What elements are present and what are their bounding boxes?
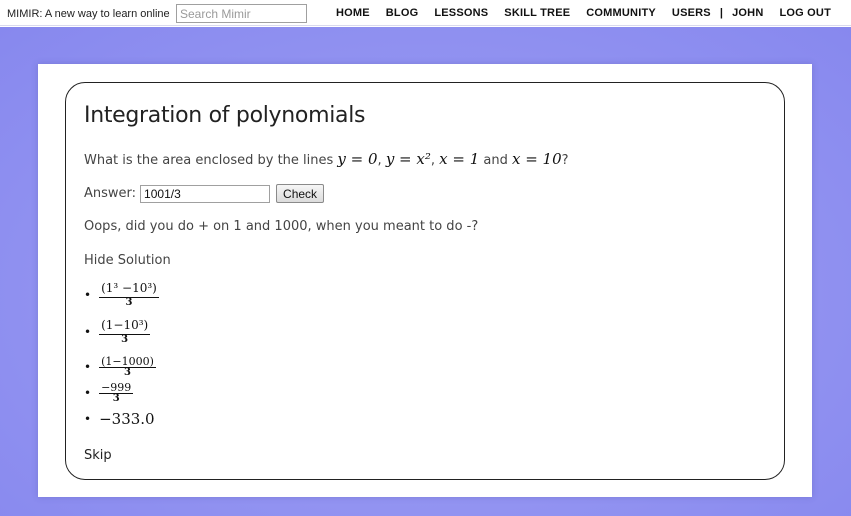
nav-home-link[interactable]: HOME <box>336 7 370 19</box>
solution-step: • (1³ −10³) 3 <box>84 282 159 308</box>
question-comma-2: , <box>430 153 440 168</box>
fraction-denominator: 3 <box>99 367 156 378</box>
solution-step: • −999 3 <box>84 381 134 404</box>
fraction: (1−10³) 3 <box>99 318 151 345</box>
fraction: (1³ −10³) 3 <box>99 282 159 308</box>
nav-logout-link[interactable]: LOG OUT <box>779 7 831 19</box>
check-button[interactable]: Check <box>276 184 325 203</box>
fraction: (1−1000) 3 <box>99 356 156 378</box>
answer-input[interactable] <box>140 184 271 203</box>
bullet-icon: • <box>84 386 92 400</box>
nav-separator: | <box>719 7 724 19</box>
bullet-icon: • <box>84 412 92 426</box>
math-eq2: y = x² <box>385 150 431 168</box>
question-comma-1: , <box>377 153 386 168</box>
solution-step: • (1−1000) 3 <box>84 356 156 378</box>
answer-row: Answer: Check <box>84 184 325 203</box>
feedback-message: Oops, did you do + on 1 and 1000, when y… <box>84 219 479 234</box>
nav-lessons-link[interactable]: LESSONS <box>434 7 488 19</box>
nav-blog-link[interactable]: BLOG <box>386 7 419 19</box>
math-eq3: x = 1 <box>439 150 480 168</box>
math-eq1: y = 0 <box>337 150 378 168</box>
fraction-denominator: 3 <box>99 393 134 404</box>
site-brand[interactable]: MIMIR: A new way to learn online <box>7 8 170 20</box>
question-text: What is the area enclosed by the lines y… <box>84 150 569 168</box>
fraction-denominator: 3 <box>99 334 151 345</box>
bullet-icon: • <box>84 325 92 339</box>
nav-community-link[interactable]: COMMUNITY <box>586 7 656 19</box>
nav-skill-tree-link[interactable]: SKILL TREE <box>504 7 570 19</box>
fraction: −999 3 <box>99 381 134 404</box>
hide-solution-link[interactable]: Hide Solution <box>84 253 171 268</box>
fraction-numerator: −999 <box>101 381 132 394</box>
solution-step: • (1−10³) 3 <box>84 318 151 345</box>
fraction-numerator: (1³ −10³) <box>101 281 157 295</box>
top-nav-bar: MIMIR: A new way to learn online HOME BL… <box>0 0 851 26</box>
lesson-title: Integration of polynomials <box>84 103 366 128</box>
nav-user-link[interactable]: JOHN <box>732 7 763 19</box>
question-suffix: ? <box>561 153 569 168</box>
fraction-numerator: (1−10³) <box>101 318 149 332</box>
question-and: and <box>479 153 512 168</box>
question-prefix: What is the area enclosed by the lines <box>84 153 338 168</box>
main-nav: HOME BLOG LESSONS SKILL TREE COMMUNITY U… <box>336 7 831 19</box>
search-input[interactable] <box>176 4 307 23</box>
fraction-denominator: 3 <box>99 297 159 308</box>
answer-label: Answer: <box>84 186 137 201</box>
bullet-icon: • <box>84 288 92 302</box>
solution-step: • −333.0 <box>84 410 155 428</box>
solution-final-value: −333.0 <box>99 410 155 428</box>
lesson-card <box>65 82 785 480</box>
bullet-icon: • <box>84 360 92 374</box>
nav-users-link[interactable]: USERS <box>672 7 711 19</box>
fraction-numerator: (1−1000) <box>101 355 154 368</box>
skip-link[interactable]: Skip <box>84 448 112 463</box>
math-eq4: x = 10 <box>511 150 562 168</box>
